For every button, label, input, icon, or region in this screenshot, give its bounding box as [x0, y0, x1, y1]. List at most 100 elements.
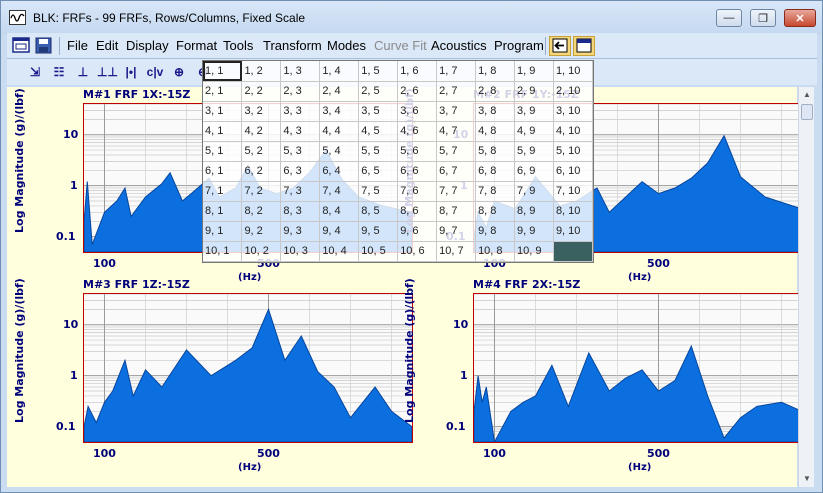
grid-cell[interactable]: 7, 4	[319, 181, 360, 202]
grid-cell[interactable]: 5, 3	[280, 141, 321, 162]
grid-cell[interactable]: 10, 4	[319, 241, 360, 262]
grid-cell[interactable]: 2, 8	[475, 81, 515, 102]
menu-tools[interactable]: Tools	[223, 38, 253, 53]
grid-cell[interactable]: 7, 8	[475, 181, 515, 202]
grid-cell[interactable]: 4, 5	[358, 121, 399, 142]
grid-cell[interactable]: 10, 1	[203, 241, 243, 262]
grid-cell[interactable]: 6, 7	[436, 161, 477, 182]
grid-cell[interactable]: 6, 9	[514, 161, 554, 182]
zoom-in-icon[interactable]: ⊕	[169, 63, 189, 81]
menu-program[interactable]: Program	[494, 38, 544, 53]
grid-cell[interactable]: 5, 5	[358, 141, 399, 162]
band-cursor-icon[interactable]: |•|	[121, 63, 141, 81]
grid-cell[interactable]	[553, 241, 594, 262]
grid-cell[interactable]: 2, 3	[280, 81, 321, 102]
rows-columns-selector[interactable]: 1, 1 1, 2 1, 3 1, 4 1, 5 1, 6 1, 7 1, 8 1, 9 1, 1…	[202, 60, 594, 263]
close-button[interactable]: ✕	[784, 9, 816, 27]
grid-cell[interactable]: 9, 2	[241, 221, 282, 242]
double-cursor-icon[interactable]: ⊥⊥	[97, 63, 118, 81]
grid-cell[interactable]: 8, 3	[280, 201, 321, 222]
grid-cell[interactable]: 3, 6	[397, 101, 438, 122]
grid-cell[interactable]: 7, 9	[514, 181, 554, 202]
grid-cell[interactable]: 1, 5	[358, 61, 399, 82]
grid-cell[interactable]: 10, 7	[436, 241, 477, 262]
grid-cell[interactable]: 4, 1	[203, 121, 243, 142]
window-back-button[interactable]	[549, 36, 571, 56]
grid-cell[interactable]: 10, 8	[475, 241, 515, 262]
grid-cell[interactable]: 6, 10	[553, 161, 594, 182]
scroll-thumb[interactable]	[801, 104, 813, 120]
grid-cell[interactable]: 2, 4	[319, 81, 360, 102]
rows-columns-grid[interactable]: 1, 1 1, 2 1, 3 1, 4 1, 5 1, 6 1, 7 1, 8 1, 9 1, 1…	[203, 61, 594, 262]
curve-value-icon[interactable]: c|v	[145, 63, 165, 81]
grid-cell[interactable]: 6, 4	[319, 161, 360, 182]
grid-cell[interactable]: 2, 2	[241, 81, 282, 102]
menu-format[interactable]: Format	[176, 38, 217, 53]
grid-cell[interactable]: 8, 8	[475, 201, 515, 222]
grid-cell[interactable]: 5, 10	[553, 141, 594, 162]
grid-cell[interactable]: 8, 5	[358, 201, 399, 222]
grid-cell[interactable]: 2, 7	[436, 81, 477, 102]
grid-cell[interactable]: 3, 9	[514, 101, 554, 122]
grid-cell[interactable]: 4, 8	[475, 121, 515, 142]
grid-cell[interactable]: 9, 5	[358, 221, 399, 242]
grid-cell[interactable]: 5, 9	[514, 141, 554, 162]
scroll-down-icon[interactable]: ▼	[799, 471, 815, 487]
grid-cell[interactable]: 3, 4	[319, 101, 360, 122]
grid-cell[interactable]: 2, 6	[397, 81, 438, 102]
grid-cell[interactable]: 6, 1	[203, 161, 243, 182]
plot-area[interactable]	[473, 293, 803, 443]
grid-cell[interactable]: 10, 2	[241, 241, 282, 262]
grid-cell[interactable]: 1, 3	[280, 61, 321, 82]
grid-cell[interactable]: 5, 6	[397, 141, 438, 162]
grid-cell[interactable]: 1, 1	[203, 61, 243, 82]
grid-cell[interactable]: 3, 7	[436, 101, 477, 122]
grid-cell[interactable]: 7, 1	[203, 181, 243, 202]
grid-cell[interactable]: 2, 5	[358, 81, 399, 102]
grid-cell[interactable]: 8, 10	[553, 201, 594, 222]
grid-cell[interactable]: 1, 8	[475, 61, 515, 82]
grid-cell[interactable]: 1, 6	[397, 61, 438, 82]
grid-cell[interactable]: 8, 4	[319, 201, 360, 222]
grid-cell[interactable]: 6, 2	[241, 161, 282, 182]
grid-cell[interactable]: 1, 7	[436, 61, 477, 82]
grid-cell[interactable]: 3, 8	[475, 101, 515, 122]
grid-cell[interactable]: 7, 2	[241, 181, 282, 202]
menu-file[interactable]: File	[67, 38, 88, 53]
scroll-up-icon[interactable]: ▲	[799, 87, 815, 103]
title-bar[interactable]: BLK: FRFs - 99 FRFs, Rows/Columns, Fixed…	[1, 1, 822, 35]
restore-button[interactable]: ❐	[750, 9, 776, 27]
grid-cell[interactable]: 6, 5	[358, 161, 399, 182]
grid-cell[interactable]: 5, 1	[203, 141, 243, 162]
menu-transform[interactable]: Transform	[263, 38, 322, 53]
cursor-select-icon[interactable]: ⇲	[25, 63, 45, 81]
grid-cell[interactable]: 2, 1	[203, 81, 243, 102]
minimize-button[interactable]: —	[716, 9, 742, 27]
grid-cell[interactable]: 9, 10	[553, 221, 594, 242]
grid-cell[interactable]: 2, 9	[514, 81, 554, 102]
window-layout-icon[interactable]	[12, 37, 30, 54]
grid-cell[interactable]: 1, 10	[553, 61, 594, 82]
grid-cell[interactable]: 7, 3	[280, 181, 321, 202]
grid-cell[interactable]: 1, 4	[319, 61, 360, 82]
grid-cell[interactable]: 7, 7	[436, 181, 477, 202]
menu-modes[interactable]: Modes	[327, 38, 366, 53]
grid-cell[interactable]: 7, 6	[397, 181, 438, 202]
grid-cell[interactable]: 4, 7	[436, 121, 477, 142]
grid-cell[interactable]: 8, 7	[436, 201, 477, 222]
grid-cell[interactable]: 1, 2	[241, 61, 282, 82]
grid-cell[interactable]: 6, 6	[397, 161, 438, 182]
grid-cell[interactable]: 4, 4	[319, 121, 360, 142]
grid-cell[interactable]: 8, 2	[241, 201, 282, 222]
grid-cell[interactable]: 3, 10	[553, 101, 594, 122]
grid-cell[interactable]: 9, 9	[514, 221, 554, 242]
grid-cell[interactable]: 5, 7	[436, 141, 477, 162]
grid-cell[interactable]: 7, 5	[358, 181, 399, 202]
grid-cell[interactable]: 9, 7	[436, 221, 477, 242]
save-icon[interactable]	[35, 37, 53, 54]
grid-cell[interactable]: 1, 9	[514, 61, 554, 82]
grid-cell[interactable]: 10, 9	[514, 241, 554, 262]
list-grid-icon[interactable]: ☷	[49, 63, 69, 81]
menu-acoustics[interactable]: Acoustics	[431, 38, 487, 53]
grid-cell[interactable]: 3, 2	[241, 101, 282, 122]
